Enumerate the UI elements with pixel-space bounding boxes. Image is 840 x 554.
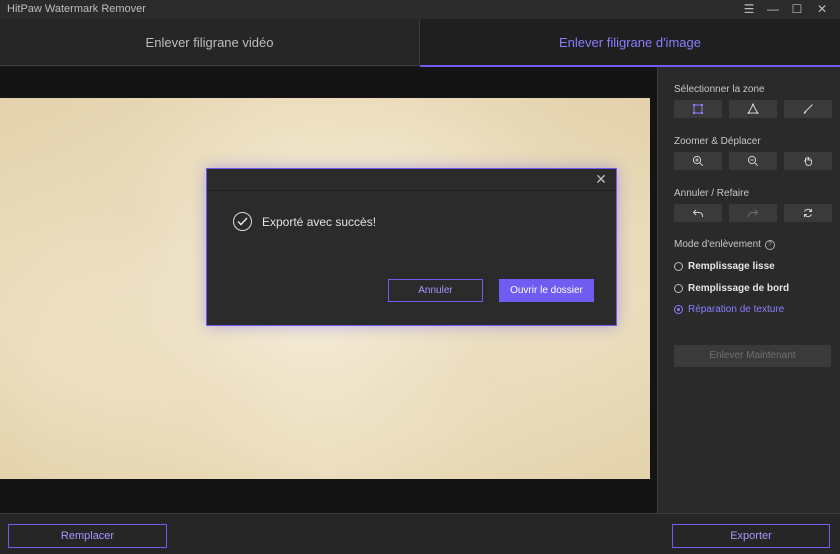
zoom-move-tools — [674, 152, 832, 170]
select-zone-tools — [674, 100, 832, 118]
maximize-icon[interactable]: ☐ — [789, 2, 805, 16]
radio-label: Remplissage de bord — [688, 283, 790, 294]
radio-label: Réparation de texture — [688, 304, 785, 315]
tool-panel: Sélectionner la zone Zoomer & Déplacer A… — [657, 67, 840, 513]
export-button[interactable]: Exporter — [672, 524, 830, 548]
zoom-move-label: Zoomer & Déplacer — [674, 136, 761, 147]
reset-icon — [804, 208, 812, 218]
title-bar: HitPaw Watermark Remover ☰ — ☐ ✕ — [0, 0, 840, 19]
help-icon[interactable]: ? — [764, 240, 775, 250]
brush-icon — [803, 104, 813, 114]
menu-icon[interactable]: ☰ — [741, 2, 757, 16]
rectangle-select-button[interactable] — [674, 100, 722, 118]
replace-button[interactable]: Remplacer — [8, 524, 167, 548]
radio-smooth-fill[interactable]: Remplissage lisse — [674, 261, 775, 272]
bottom-bar: Remplacer Exporter — [0, 513, 840, 554]
redo-icon — [748, 209, 759, 217]
radio-dot — [674, 262, 683, 271]
removal-mode-label: Mode d'enlèvement? — [674, 239, 775, 250]
undo-button[interactable] — [674, 204, 722, 222]
zoom-in-button[interactable] — [674, 152, 722, 170]
redo-button[interactable] — [729, 204, 777, 222]
check-circle-icon — [233, 212, 252, 231]
tab-image-watermark[interactable]: Enlever filigrane d'image — [420, 19, 840, 67]
polygon-lasso-icon — [747, 103, 759, 114]
zoom-out-icon — [747, 155, 759, 167]
undo-redo-tools — [674, 204, 832, 222]
radio-dot — [674, 284, 683, 293]
zoom-out-button[interactable] — [729, 152, 777, 170]
rectangle-select-icon — [693, 104, 703, 114]
close-icon[interactable]: ✕ — [814, 2, 830, 16]
removal-mode-text: Mode d'enlèvement — [674, 239, 761, 250]
polygon-lasso-button[interactable] — [729, 100, 777, 118]
zoom-in-icon — [692, 155, 704, 167]
dialog-message-text: Exporté avec succès! — [262, 214, 377, 229]
dialog-close-icon[interactable]: ✕ — [594, 172, 608, 186]
remove-now-button[interactable]: Enlever Maintenant — [674, 345, 831, 367]
dialog-header: ✕ — [207, 169, 616, 191]
mode-tabs: Enlever filigrane vidéo Enlever filigran… — [0, 19, 840, 67]
select-zone-label: Sélectionner la zone — [674, 84, 765, 95]
tab-video-watermark[interactable]: Enlever filigrane vidéo — [0, 19, 420, 66]
hand-pan-button[interactable] — [784, 152, 832, 170]
hand-pan-icon — [803, 156, 812, 167]
check-mark-icon — [237, 217, 248, 226]
undo-icon — [692, 209, 703, 217]
undo-redo-label: Annuler / Refaire — [674, 188, 750, 199]
minimize-icon[interactable]: — — [765, 2, 781, 16]
radio-dot — [674, 305, 683, 314]
app-title: HitPaw Watermark Remover — [7, 3, 146, 15]
brush-button[interactable] — [784, 100, 832, 118]
radio-texture-repair[interactable]: Réparation de texture — [674, 304, 784, 315]
radio-label: Remplissage lisse — [688, 261, 775, 272]
dialog-cancel-button[interactable]: Annuler — [388, 279, 483, 302]
open-folder-button[interactable]: Ouvrir le dossier — [499, 279, 594, 302]
dialog-message: Exporté avec succès! — [233, 212, 376, 231]
export-success-dialog: ✕ Exporté avec succès! Annuler Ouvrir le… — [206, 168, 617, 326]
radio-edge-fill[interactable]: Remplissage de bord — [674, 283, 789, 294]
reset-button[interactable] — [784, 204, 832, 222]
